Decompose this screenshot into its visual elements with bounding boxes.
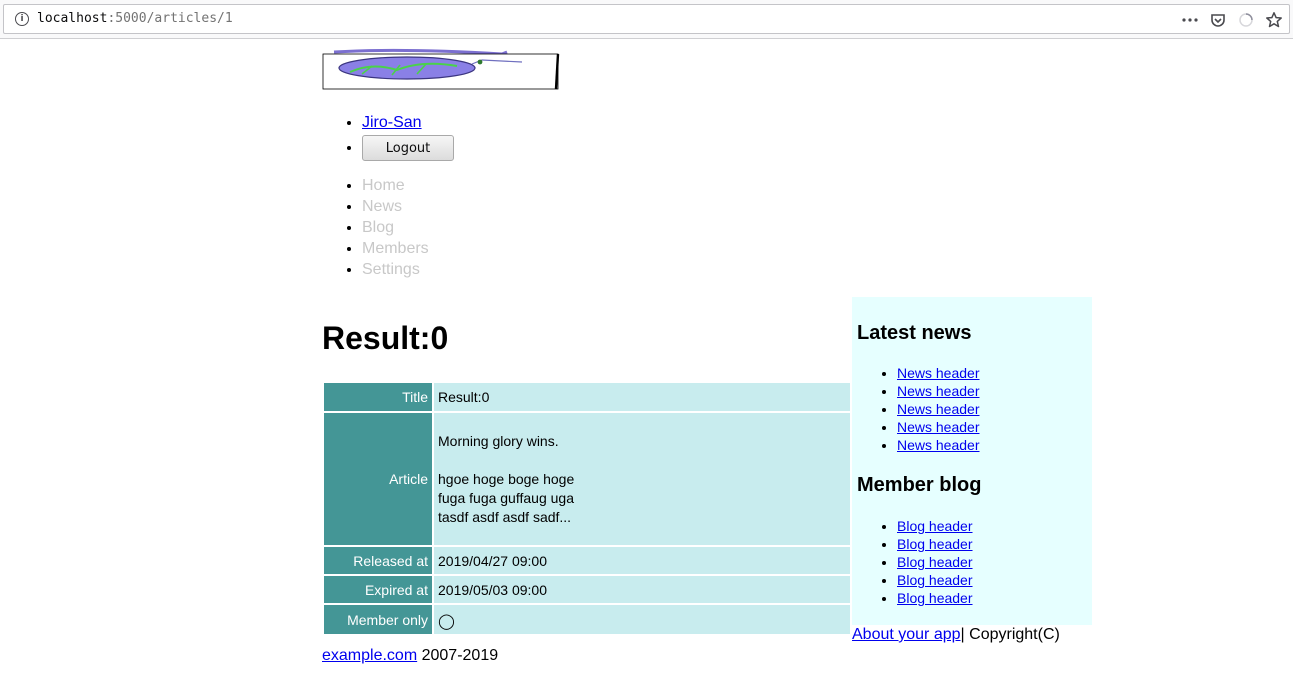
nav-settings-link[interactable]: Settings <box>362 261 420 278</box>
article-body-spacer <box>438 451 846 470</box>
article-body-line: tasdf asdf asdf sadf... <box>438 508 572 525</box>
nav-item-news: News <box>362 196 429 217</box>
blog-link[interactable]: Blog header <box>897 518 973 534</box>
released-label: Released at <box>324 547 432 574</box>
article-body: Morning glory wins. hgoe hoge boge hoge … <box>434 413 850 545</box>
member-blog-list: Blog header Blog header Blog header Blog… <box>857 517 973 607</box>
table-row: Released at 2019/04/27 09:00 <box>324 547 850 574</box>
url-path: :5000/articles/1 <box>107 11 233 26</box>
blog-link[interactable]: Blog header <box>897 590 973 606</box>
latest-news-heading: Latest news <box>857 322 972 344</box>
browser-toolbar: i localhost:5000/articles/1 <box>0 0 1293 39</box>
article-body-line: fuga fuga guffaug uga <box>438 489 574 506</box>
blog-link[interactable]: Blog header <box>897 572 973 588</box>
latest-news-list: News header News header News header News… <box>857 364 980 454</box>
sidebar: Latest news News header News header News… <box>852 297 1092 625</box>
news-link[interactable]: News header <box>897 401 980 417</box>
list-item: Blog header <box>897 553 973 571</box>
article-label: Article <box>324 413 432 545</box>
user-menu-item: Logout <box>362 134 454 161</box>
member-blog-heading: Member blog <box>857 474 982 496</box>
table-row: Title Result:0 <box>324 383 850 411</box>
list-item: News header <box>897 364 980 382</box>
user-menu: Jiro-San Logout <box>322 112 454 161</box>
nav-home-link[interactable]: Home <box>362 177 405 194</box>
released-value: 2019/04/27 09:00 <box>434 547 850 574</box>
nav-item-blog: Blog <box>362 217 429 238</box>
list-item: Blog header <box>897 571 973 589</box>
list-item: Blog header <box>897 535 973 553</box>
table-row: Member only ◯ <box>324 605 850 634</box>
expired-label: Expired at <box>324 576 432 603</box>
footer-site: example.com 2007-2019 <box>322 647 498 665</box>
bookmark-star-icon[interactable] <box>1265 11 1283 29</box>
list-item: News header <box>897 382 980 400</box>
user-menu-item: Jiro-San <box>362 112 454 134</box>
article-body-line: hgoe hoge boge hoge <box>438 470 575 487</box>
site-logo[interactable] <box>322 48 562 92</box>
news-link[interactable]: News header <box>897 383 980 399</box>
nav-news-link[interactable]: News <box>362 198 402 215</box>
title-label: Title <box>324 383 432 411</box>
pocket-icon[interactable] <box>1209 11 1227 29</box>
list-item: Blog header <box>897 589 973 607</box>
nav-item-members: Members <box>362 238 429 259</box>
nav-item-home: Home <box>362 175 429 196</box>
title-value: Result:0 <box>434 383 850 411</box>
info-icon[interactable]: i <box>15 12 29 26</box>
list-item: Blog header <box>897 517 973 535</box>
news-link[interactable]: News header <box>897 437 980 453</box>
expired-value: 2019/05/03 09:00 <box>434 576 850 603</box>
copyright-text: | Copyright(C) <box>960 626 1060 643</box>
table-row: Article Morning glory wins. hgoe hoge bo… <box>324 413 850 545</box>
url-host: localhost <box>37 11 108 26</box>
about-link[interactable]: About your app <box>852 626 961 643</box>
nav-item-settings: Settings <box>362 259 429 280</box>
list-item: News header <box>897 418 980 436</box>
user-profile-link[interactable]: Jiro-San <box>362 114 422 131</box>
list-item: News header <box>897 400 980 418</box>
article-body-line: Morning glory wins. <box>438 432 559 449</box>
news-link[interactable]: News header <box>897 419 980 435</box>
main-nav: Home News Blog Members Settings <box>322 175 429 280</box>
blog-link[interactable]: Blog header <box>897 536 973 552</box>
nav-blog-link[interactable]: Blog <box>362 219 394 236</box>
url-text[interactable]: localhost:5000/articles/1 <box>37 11 233 26</box>
blog-link[interactable]: Blog header <box>897 554 973 570</box>
member-only-mark: ◯ <box>438 612 455 630</box>
table-row: Expired at 2019/05/03 09:00 <box>324 576 850 603</box>
logout-button[interactable]: Logout <box>362 135 454 161</box>
news-link[interactable]: News header <box>897 365 980 381</box>
page-title: Result:0 <box>322 320 449 356</box>
browser-action-icons <box>1181 9 1283 31</box>
list-item: News header <box>897 436 980 454</box>
nav-members-link[interactable]: Members <box>362 240 429 257</box>
footer-years: 2007-2019 <box>417 647 499 664</box>
loading-icon <box>1237 11 1255 29</box>
article-detail-table: Title Result:0 Article Morning glory win… <box>322 381 852 636</box>
member-only-value: ◯ <box>434 605 850 634</box>
footer-about: About your app| Copyright(C) <box>852 626 1060 644</box>
member-only-label: Member only <box>324 605 432 634</box>
site-link[interactable]: example.com <box>322 647 417 664</box>
address-bar[interactable]: i localhost:5000/articles/1 <box>3 4 1290 34</box>
more-icon[interactable] <box>1181 11 1199 29</box>
